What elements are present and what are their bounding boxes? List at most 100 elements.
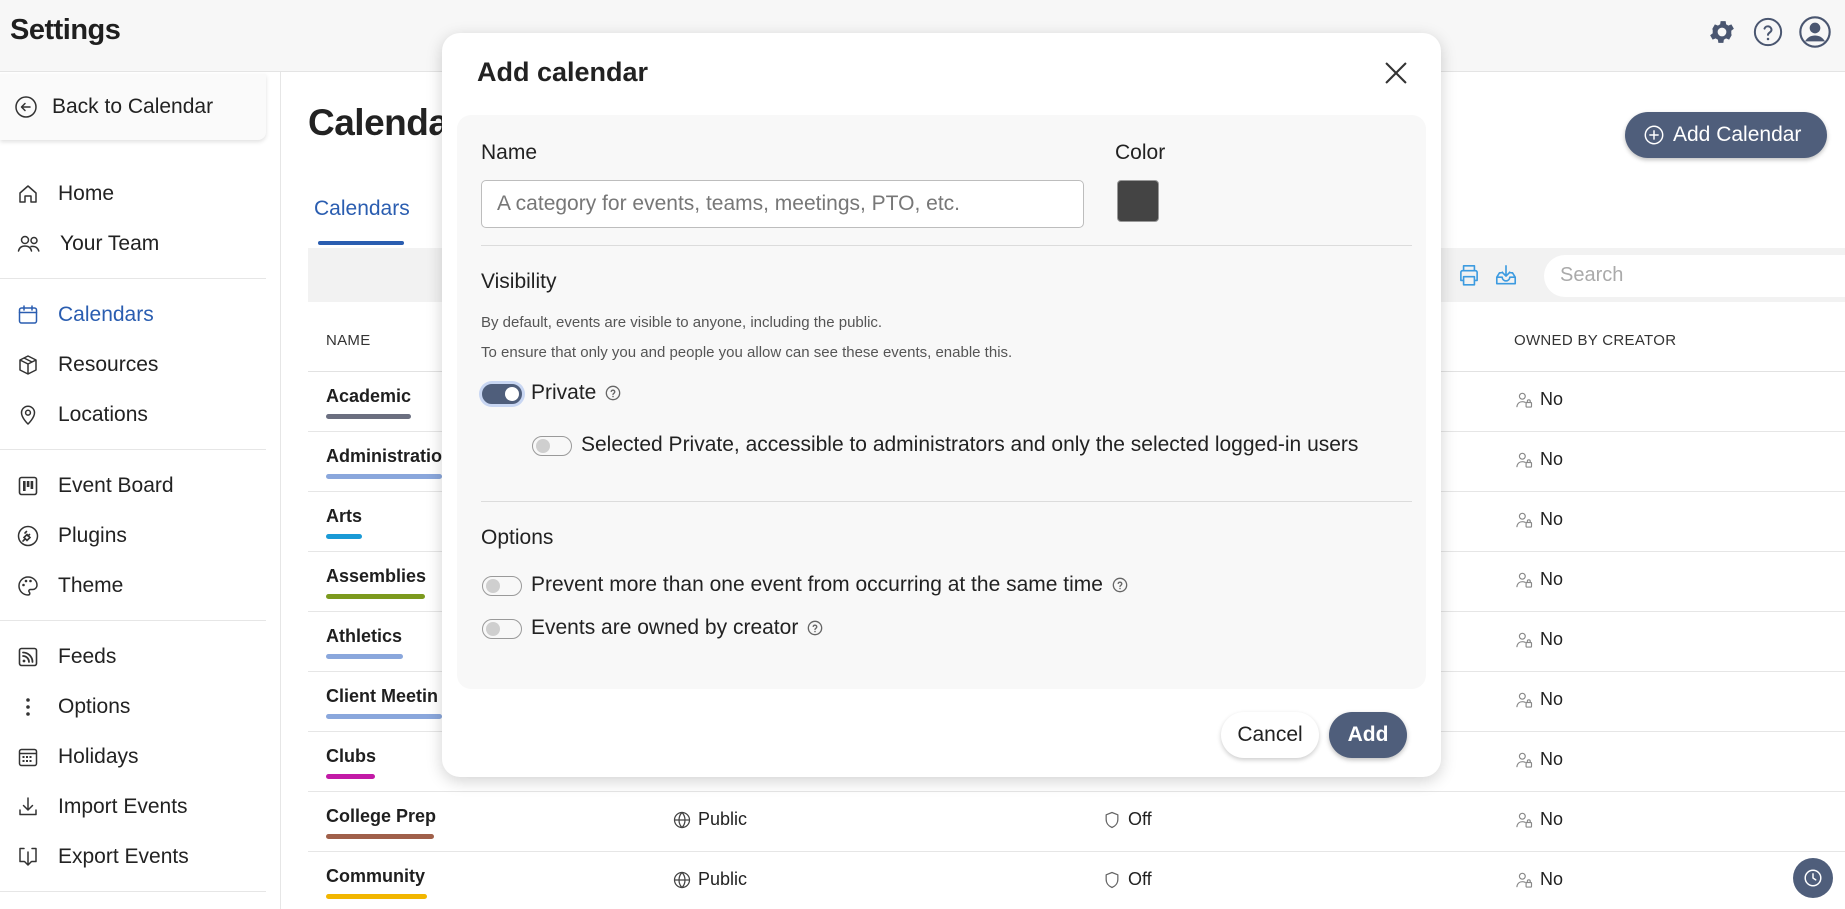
user-lock-icon	[1516, 452, 1533, 468]
owned-by-creator-toggle[interactable]	[482, 619, 522, 639]
sidebar-item-feeds[interactable]: Feeds	[0, 633, 266, 681]
calendar-name[interactable]: Community	[326, 866, 425, 887]
tab-underline	[318, 241, 404, 245]
sidebar-item-plugins[interactable]: Plugins	[0, 512, 266, 560]
calendar-name[interactable]: Assemblies	[326, 566, 426, 587]
calendar-color-bar	[326, 894, 427, 899]
sidebar-divider	[0, 278, 266, 279]
sidebar-item-label: Import Events	[58, 795, 188, 818]
globe-icon	[673, 871, 691, 888]
app-title: Settings	[10, 14, 121, 46]
calendar-name[interactable]: Arts	[326, 506, 362, 527]
owned-value: No	[1540, 449, 1564, 469]
team-icon	[17, 235, 40, 252]
private-toggle[interactable]	[482, 384, 522, 404]
calendar-name[interactable]: Clubs	[326, 746, 376, 767]
sidebar-item-resources[interactable]: Resources	[0, 341, 266, 389]
calendar-color-bar	[326, 414, 411, 419]
table-row[interactable]: College Prep Public Off No	[308, 792, 1845, 852]
shield-icon	[1105, 811, 1119, 828]
calendar-name-input[interactable]: A category for events, teams, meetings, …	[481, 180, 1084, 228]
prevent-overlap-toggle[interactable]	[482, 576, 522, 596]
calendar-name[interactable]: Academic	[326, 386, 411, 407]
sidebar-item-calendars[interactable]: Calendars	[0, 291, 266, 339]
owned-cell: No	[1514, 689, 1563, 710]
add-button[interactable]: Add	[1329, 712, 1407, 758]
calendar-name[interactable]: Administratio	[326, 446, 442, 467]
sidebar-item-label: Holidays	[58, 745, 139, 768]
sidebar: Back to Calendar Home Your Team Calendar…	[0, 72, 281, 909]
visibility-cell: Public	[672, 809, 747, 830]
calendar-color-bar	[326, 534, 362, 539]
calendar-color-bar	[326, 714, 442, 719]
plugin-icon	[17, 525, 39, 547]
rss-icon	[18, 647, 38, 667]
sidebar-item-your-team[interactable]: Your Team	[0, 220, 266, 268]
sidebar-item-label: Export Events	[58, 845, 189, 868]
calendar-name[interactable]: Athletics	[326, 626, 402, 647]
selected-private-toggle[interactable]	[532, 436, 572, 456]
sidebar-item-event-board[interactable]: Event Board	[0, 462, 266, 510]
tab-calendars[interactable]: Calendars	[314, 197, 410, 221]
history-button[interactable]	[1793, 858, 1833, 898]
sidebar-item-holidays[interactable]: Holidays	[0, 733, 266, 781]
sidebar-item-locations[interactable]: Locations	[0, 391, 266, 439]
back-to-calendar-button[interactable]: Back to Calendar	[0, 74, 266, 140]
sidebar-item-options[interactable]: Options	[0, 683, 266, 731]
sidebar-item-label: Home	[58, 182, 115, 205]
conflict-value: Off	[1128, 869, 1152, 889]
color-picker-swatch[interactable]	[1117, 180, 1159, 222]
search-input[interactable]: Search	[1544, 255, 1845, 297]
sidebar-item-home[interactable]: Home	[0, 170, 266, 218]
cancel-button[interactable]: Cancel	[1221, 712, 1319, 758]
user-lock-icon	[1516, 392, 1533, 408]
shield-icon	[1105, 871, 1119, 888]
owned-cell: No	[1514, 629, 1563, 650]
owned-cell: No	[1514, 509, 1563, 530]
conflict-value: Off	[1128, 809, 1152, 829]
sidebar-item-label: Your Team	[60, 232, 160, 255]
section-divider	[481, 245, 1412, 246]
selected-private-option: Selected Private, accessible to administ…	[581, 433, 1358, 457]
print-icon[interactable]	[1456, 262, 1482, 293]
gear-icon[interactable]	[1707, 17, 1737, 47]
board-icon	[18, 476, 38, 496]
sidebar-item-import-events[interactable]: Import Events	[0, 783, 266, 831]
conflict-cell: Off	[1102, 809, 1152, 830]
calendar-grid-icon	[18, 748, 38, 767]
column-header-owned[interactable]: OWNED BY CREATOR	[1514, 332, 1676, 349]
calendar-color-bar	[326, 834, 434, 839]
table-row[interactable]: Community Public Off No	[308, 852, 1845, 909]
sidebar-item-export-events[interactable]: Export Events	[0, 833, 266, 881]
add-calendar-dialog: Add calendar Name Color A category for e…	[442, 33, 1441, 777]
calendar-name[interactable]: College Prep	[326, 806, 436, 827]
sidebar-item-label: Calendars	[58, 303, 154, 326]
add-calendar-button[interactable]: Add Calendar	[1625, 112, 1827, 158]
selected-private-label: Selected Private, accessible to administ…	[581, 433, 1359, 456]
help-icon[interactable]	[1753, 17, 1783, 47]
section-divider	[481, 501, 1412, 502]
owned-by-creator-label: Events are owned by creator	[531, 616, 799, 639]
calendar-name[interactable]: Client Meetin	[326, 686, 438, 707]
user-lock-icon	[1516, 632, 1533, 648]
visibility-value: Public	[698, 809, 748, 829]
visibility-help-1: By default, events are visible to anyone…	[481, 314, 883, 331]
visibility-heading: Visibility	[481, 270, 557, 293]
sidebar-item-theme[interactable]: Theme	[0, 562, 266, 610]
dialog-body: Name Color A category for events, teams,…	[457, 115, 1426, 689]
column-header-name[interactable]: NAME	[326, 332, 371, 349]
page-title: Calenda	[308, 102, 449, 143]
user-avatar-icon[interactable]	[1799, 16, 1831, 48]
back-arrow-icon	[15, 96, 37, 118]
calendar-color-bar	[326, 654, 403, 659]
private-label: Private	[531, 381, 597, 404]
download-tray-icon[interactable]	[1493, 262, 1519, 293]
user-lock-icon	[1516, 512, 1533, 528]
help-icon[interactable]	[605, 385, 621, 401]
help-icon[interactable]	[1112, 577, 1128, 593]
close-icon[interactable]	[1382, 59, 1410, 92]
visibility-value: Public	[698, 869, 748, 889]
owned-value: No	[1540, 749, 1564, 769]
sidebar-divider	[0, 449, 266, 450]
help-icon[interactable]	[807, 620, 823, 636]
